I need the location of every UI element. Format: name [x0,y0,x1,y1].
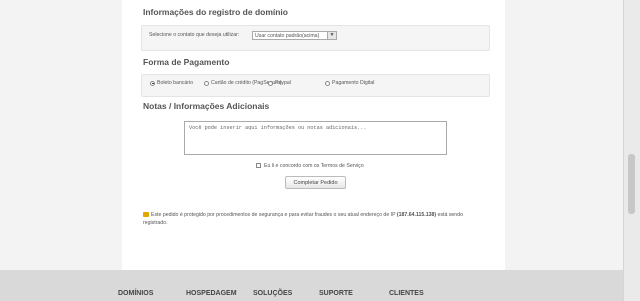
terms-label: Eu li e concordo com os Termos de Serviç… [264,163,364,169]
payment-option-label: Paypal [275,80,291,86]
security-note: Este pedido é protegido por procedimento… [143,211,485,227]
chevron-down-icon[interactable]: ▼ [327,32,336,39]
contact-select-label: Selecione o contato que deseja utilizar: [149,32,240,38]
payment-option-paypal[interactable]: Paypal [268,80,291,86]
footer-nav-suporte[interactable]: SUPORTE [319,290,353,297]
payment-option-boleto[interactable]: Boleto bancário [150,80,193,86]
radio-cartao[interactable] [204,80,209,86]
footer-nav-dominios[interactable]: DOMÍNIOS [118,290,153,297]
page-right-background [505,0,623,270]
ip-address: (187.64.115.138) [396,212,437,218]
vertical-scrollbar[interactable] [623,0,640,301]
footer [0,270,623,301]
complete-order-button[interactable]: Completar Pedido [285,176,346,189]
radio-boleto[interactable] [150,80,155,86]
notes-textarea[interactable]: Você pode inserir aqui informações ou no… [184,121,447,155]
payment-option-label: Pagamento Digital [332,80,375,86]
radio-pagamento-digital[interactable] [325,80,330,86]
lock-icon [143,212,149,218]
domain-section-title: Informações do registro de domínio [143,7,288,17]
payment-option-pagamento-digital[interactable]: Pagamento Digital [325,80,374,86]
contact-select-value: Usar contato padrão(acima) [255,33,320,39]
scrollbar-thumb[interactable] [628,154,635,214]
footer-nav-clientes[interactable]: CLIENTES [389,290,424,297]
security-note-text: Este pedido é protegido por procedimento… [151,212,397,218]
footer-nav-solucoes[interactable]: SOLUÇÕES [253,290,292,297]
contact-select[interactable]: Usar contato padrão(acima) ▼ [252,31,337,40]
footer-nav-hospedagem[interactable]: HOSPEDAGEM [186,290,237,297]
payment-options-box [141,74,490,97]
payment-option-label: Boleto bancário [157,80,194,86]
payment-section-title: Forma de Pagamento [143,57,230,67]
radio-paypal[interactable] [268,80,273,86]
page-left-background [0,0,122,270]
terms-checkbox[interactable] [256,163,261,168]
notes-section-title: Notas / Informações Adicionais [143,101,270,111]
